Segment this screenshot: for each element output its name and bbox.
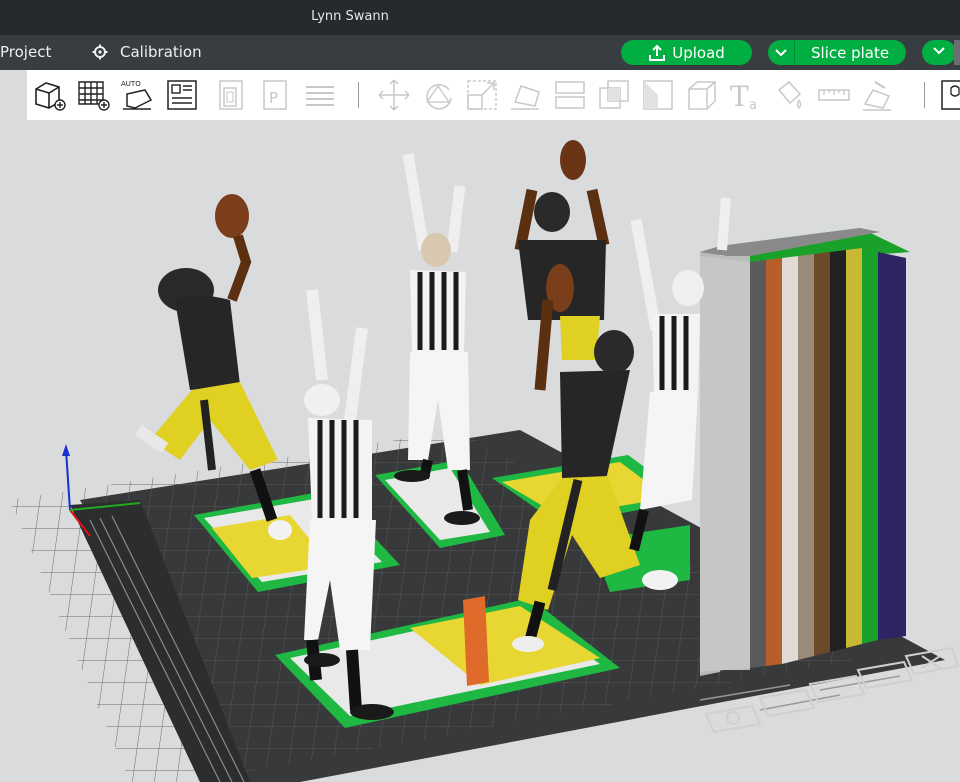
- auto-arrange-icon[interactable]: AUTO: [121, 78, 155, 112]
- upload-button[interactable]: Upload: [621, 40, 752, 65]
- move-icon[interactable]: [377, 78, 411, 112]
- rotate-icon[interactable]: [421, 78, 455, 112]
- layers-icon[interactable]: [303, 78, 337, 112]
- measure-cube-icon[interactable]: [685, 78, 719, 112]
- scale-icon[interactable]: [465, 78, 499, 112]
- split-icon[interactable]: [553, 78, 587, 112]
- orient-icon[interactable]: [215, 78, 249, 112]
- window-title: Lynn Swann: [311, 9, 389, 24]
- 3d-viewport[interactable]: [0, 120, 960, 782]
- title-bar: Lynn Swann: [0, 0, 960, 35]
- support-paint-icon[interactable]: [861, 78, 895, 112]
- plate-layout-icon[interactable]: [165, 78, 199, 112]
- chevron-down-icon: [932, 38, 946, 67]
- print-settings-icon[interactable]: P: [259, 78, 293, 112]
- paint-bucket-icon[interactable]: [773, 78, 807, 112]
- ruler-icon[interactable]: [817, 78, 851, 112]
- viewport-edge: [0, 70, 27, 120]
- cut-icon[interactable]: [641, 78, 675, 112]
- menu-project-label: Project: [0, 43, 52, 61]
- lay-on-face-icon[interactable]: [509, 78, 543, 112]
- gear-icon: [92, 44, 108, 60]
- svg-text:P: P: [269, 89, 278, 107]
- menu-bar: Project Calibration Upload Slice plate: [0, 35, 960, 70]
- menu-project[interactable]: Project: [0, 43, 51, 61]
- svg-text:T: T: [730, 80, 749, 112]
- toolbar-separator: [358, 82, 359, 108]
- svg-text:AUTO: AUTO: [121, 80, 141, 88]
- more-dropdown-button[interactable]: [922, 40, 956, 65]
- add-object-icon[interactable]: [32, 78, 66, 112]
- scene-canvas[interactable]: [0, 120, 960, 782]
- chevron-down-icon: [768, 40, 795, 65]
- menu-calibration[interactable]: Calibration: [92, 43, 202, 61]
- toolbar: AUTO P Ta: [27, 70, 960, 120]
- svg-text:a: a: [749, 98, 757, 112]
- text-tool-icon[interactable]: Ta: [729, 78, 763, 113]
- assembly-icon[interactable]: [939, 78, 960, 112]
- slice-plate-label: Slice plate: [811, 43, 890, 62]
- window-edge: [954, 40, 960, 65]
- slice-plate-button[interactable]: Slice plate: [768, 40, 906, 65]
- color-stack: [700, 228, 910, 676]
- toolbar-separator: [924, 82, 925, 108]
- menu-calibration-label: Calibration: [120, 43, 202, 61]
- mesh-boolean-icon[interactable]: [597, 78, 631, 112]
- add-plate-icon[interactable]: [77, 78, 111, 112]
- upload-label: Upload: [672, 43, 725, 62]
- upload-icon: [648, 44, 666, 62]
